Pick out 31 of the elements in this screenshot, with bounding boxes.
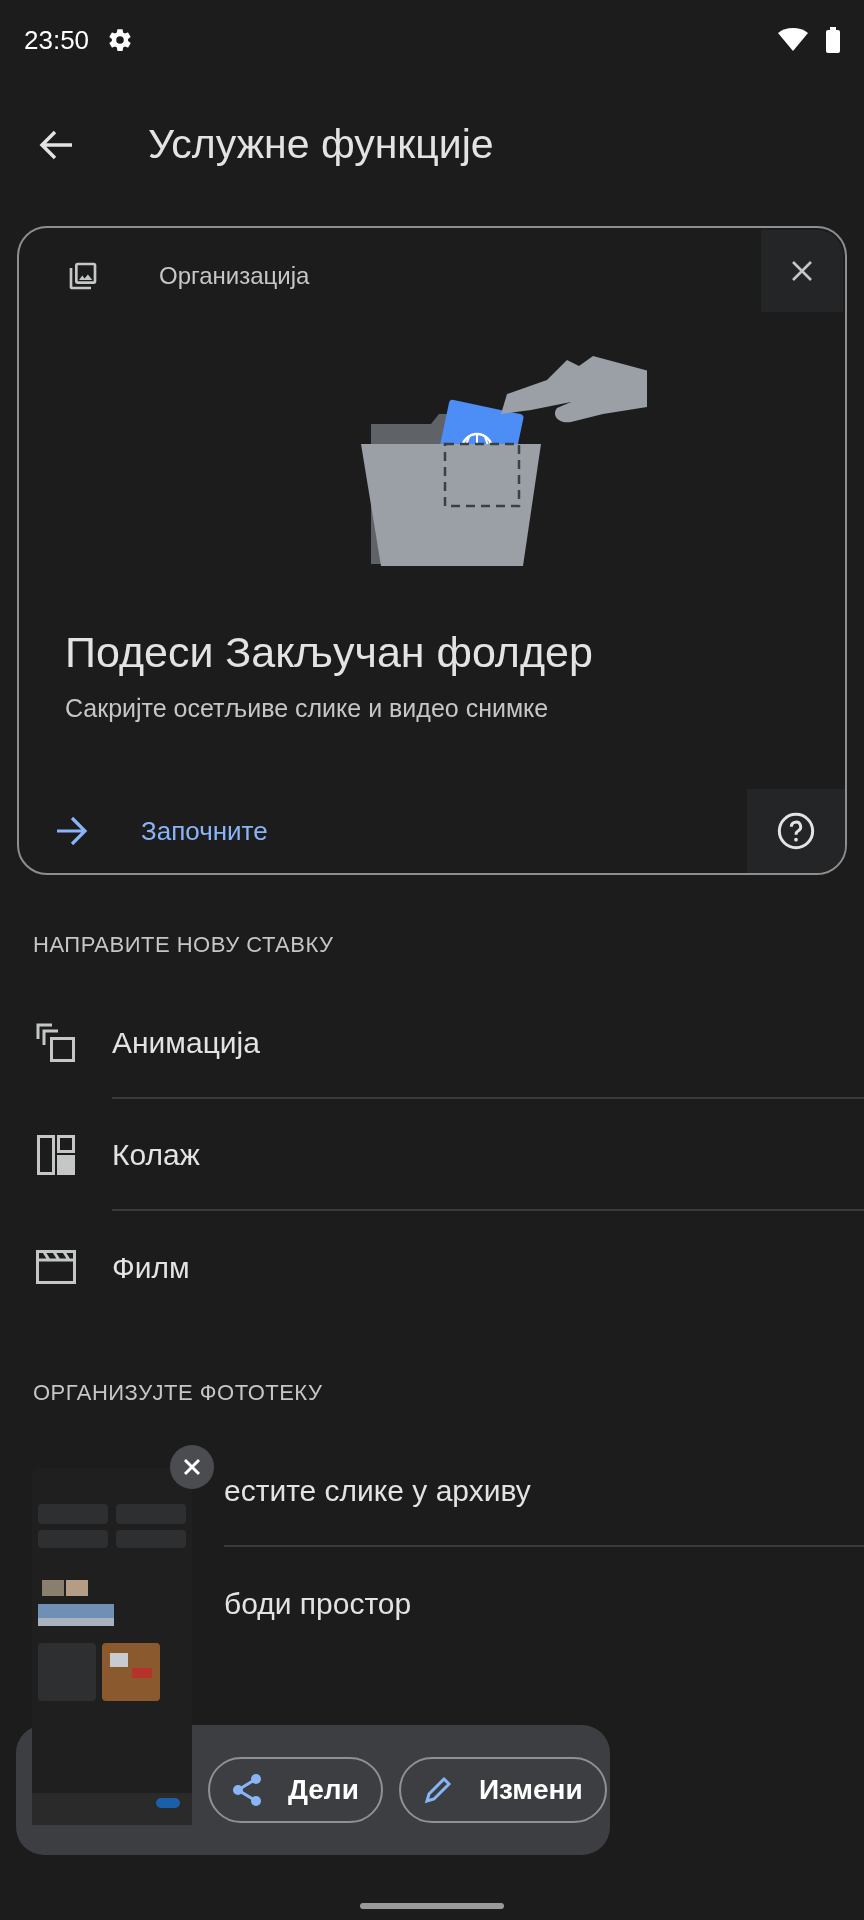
share-button[interactable]: Дели [208, 1757, 383, 1823]
screen-title: Услужне функције [148, 120, 494, 170]
edit-button[interactable]: Измени [398, 1757, 607, 1823]
card-title: Подеси Закључан фолдер [64, 627, 594, 678]
gear-icon [107, 27, 134, 53]
photo-library-icon [67, 260, 99, 292]
arrow-icon [55, 816, 89, 846]
share-icon [232, 1773, 262, 1807]
wifi-icon [778, 28, 808, 52]
close-icon [791, 260, 813, 282]
menu-item[interactable]: боди простор [224, 1580, 412, 1626]
card-description: Сакријте осетљиве слике и видео снимке [64, 693, 550, 724]
close-button[interactable] [170, 1445, 214, 1489]
card-category: Организација [159, 261, 311, 291]
clock: 23:50 [24, 23, 90, 57]
stacked-frames-icon [36, 1023, 76, 1063]
help-button[interactable] [747, 789, 845, 873]
menu-item[interactable]: Колаж [112, 1131, 200, 1177]
section-heading: НАПРАВИТЕ НОВУ СТАВКУ [33, 931, 334, 959]
pencil-icon [422, 1775, 453, 1805]
section-heading: ОРГАНИЗУЈТЕ ФОТОТЕКУ [33, 1379, 323, 1407]
close-icon [183, 1458, 201, 1476]
collage-icon [37, 1135, 75, 1175]
back-arrow-icon[interactable] [38, 129, 74, 161]
menu-item[interactable]: естите слике у архиву [224, 1467, 531, 1513]
help-icon [776, 811, 816, 851]
get-started-link[interactable]: Започните [55, 811, 268, 851]
menu-item[interactable]: Анимација [112, 1019, 260, 1065]
battery-icon [826, 27, 840, 53]
clapperboard-icon [36, 1250, 76, 1284]
menu-item[interactable]: Филм [112, 1244, 190, 1290]
